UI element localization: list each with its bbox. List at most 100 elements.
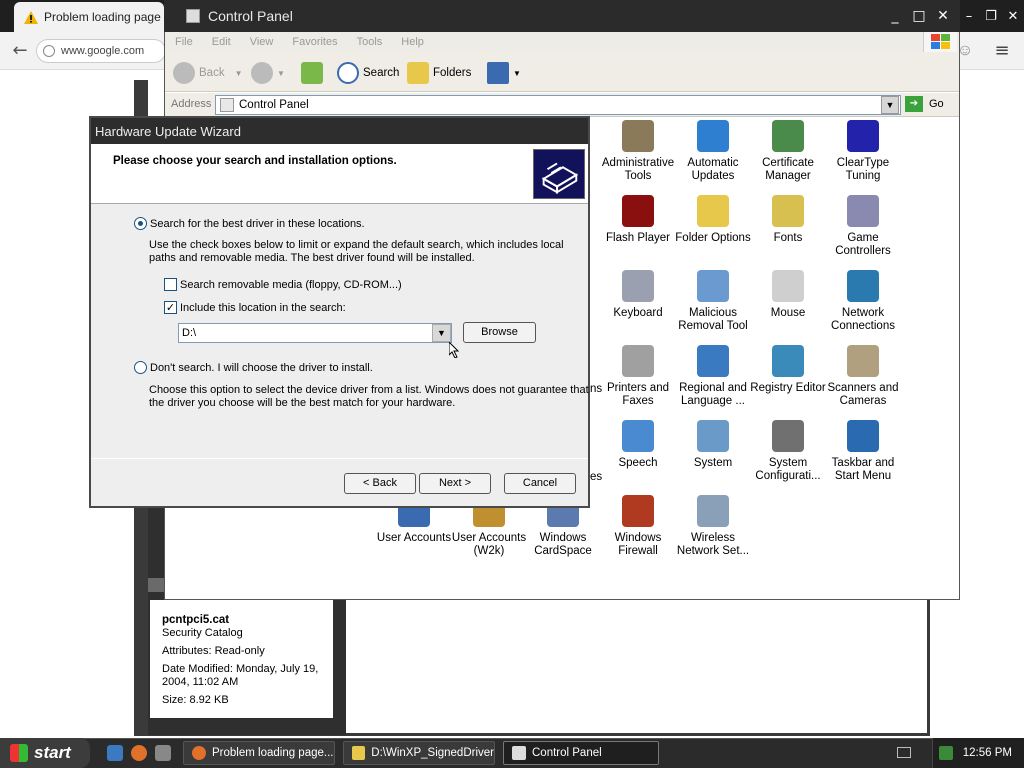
browser-tab[interactable]: Problem loading page — [14, 2, 164, 32]
folder-options-icon — [697, 195, 729, 227]
control-panel-item[interactable]: Network Connections — [825, 270, 901, 333]
removable-media-label[interactable]: Search removable media (floppy, CD-ROM..… — [180, 279, 402, 292]
removable-media-checkbox[interactable] — [164, 278, 177, 291]
search-button[interactable]: Search — [337, 61, 399, 85]
firefox-quicklaunch-icon[interactable] — [131, 745, 147, 761]
search-icon — [337, 62, 359, 84]
control-panel-item-label: ClearType Tuning — [836, 157, 890, 182]
browser-back-icon[interactable]: ← — [8, 40, 32, 62]
control-panel-icon — [512, 746, 526, 760]
include-location-label[interactable]: Include this location in the search: — [180, 302, 346, 315]
task-firefox[interactable]: Problem loading page... — [183, 741, 335, 765]
control-panel-item[interactable]: Taskbar and Start Menu — [825, 420, 901, 483]
control-panel-item[interactable]: Windows Firewall — [600, 495, 676, 558]
menu-favorites[interactable]: Favorites — [292, 36, 337, 48]
browser-close-button[interactable]: ✕ — [1002, 9, 1024, 24]
browser-restore-button[interactable]: ❐ — [980, 9, 1002, 24]
file-modified: Date Modified: Monday, July 19, — [162, 663, 319, 675]
start-button[interactable]: start — [0, 738, 90, 768]
chevron-down-icon[interactable]: ▼ — [432, 324, 451, 342]
folder-icon — [352, 746, 366, 760]
control-panel-item[interactable]: Speech — [600, 420, 676, 470]
back-dropdown-icon[interactable]: ▼ — [235, 69, 243, 78]
clock[interactable]: 12:56 PM — [963, 747, 1012, 759]
file-type: Security Catalog — [162, 627, 243, 639]
menu-help[interactable]: Help — [401, 36, 424, 48]
system-tray: 12:56 PM — [932, 738, 1024, 768]
search-option-label[interactable]: Search for the best driver in these loca… — [150, 218, 365, 231]
folders-label: Folders — [433, 67, 472, 79]
search-option-radio[interactable] — [134, 217, 147, 230]
control-panel-item[interactable]: Certificate Manager — [750, 120, 826, 183]
control-panel-item[interactable]: Administrative Tools — [600, 120, 676, 183]
browser-menu-icon[interactable]: ≡ — [990, 40, 1014, 62]
control-panel-item[interactable]: Mouse — [750, 270, 826, 320]
include-location-checkbox[interactable]: ✓ — [164, 301, 177, 314]
control-panel-item[interactable]: Game Controllers — [825, 195, 901, 258]
dont-search-radio[interactable] — [134, 361, 147, 374]
back-button[interactable]: Back ▼ — [173, 61, 243, 85]
browser-address-bar[interactable]: www.google.com — [36, 39, 166, 63]
standard-toolbar: Back ▼ ▼ Search Folders ▼ — [165, 52, 959, 92]
task-label: D:\WinXP_SignedDriver — [371, 747, 494, 759]
control-panel-item[interactable]: ClearType Tuning — [825, 120, 901, 183]
views-dropdown-icon[interactable]: ▼ — [513, 69, 521, 78]
control-panel-titlebar[interactable]: Control Panel — [164, 0, 960, 32]
maximize-button[interactable]: □ — [908, 6, 930, 26]
back-button[interactable]: < Back — [344, 473, 416, 494]
globe-icon — [697, 345, 729, 377]
menu-file[interactable]: File — [175, 36, 193, 48]
address-input[interactable]: Control Panel — [215, 95, 901, 115]
forward-dropdown-icon[interactable]: ▼ — [277, 69, 285, 78]
file-name: pcntpci5.cat — [162, 614, 230, 626]
control-panel-item-label: Regional and Language ... — [679, 382, 747, 407]
control-panel-item[interactable]: Automatic Updates — [675, 120, 751, 183]
wizard-titlebar[interactable]: Hardware Update Wizard — [91, 118, 588, 144]
browse-button[interactable]: Browse — [463, 322, 536, 343]
system-icon — [697, 420, 729, 452]
control-panel-item[interactable]: Registry Editor — [750, 345, 826, 395]
minimize-button[interactable]: _ — [884, 6, 906, 26]
control-panel-item[interactable]: Folder Options — [675, 195, 751, 245]
go-button[interactable]: ➔ Go — [905, 96, 944, 112]
show-desktop-icon[interactable] — [155, 745, 171, 761]
next-button[interactable]: Next > — [419, 473, 491, 494]
keyboard-tray-icon[interactable] — [897, 747, 911, 758]
control-panel-item[interactable]: Keyboard — [600, 270, 676, 320]
control-panel-item[interactable]: System Configurati... — [750, 420, 826, 483]
views-button[interactable]: ▼ — [487, 61, 521, 85]
mouse-cursor-icon — [449, 342, 459, 358]
close-button[interactable]: ✕ — [932, 6, 954, 26]
control-panel-item-label: Scanners and Cameras — [827, 382, 899, 407]
address-dropdown-icon[interactable]: ▼ — [881, 96, 899, 114]
up-folder-button[interactable] — [301, 61, 327, 85]
control-panel-item[interactable]: Fonts — [750, 195, 826, 245]
control-panel-item[interactable]: System — [675, 420, 751, 470]
control-panel-item[interactable]: Printers and Faxes — [600, 345, 676, 408]
control-panel-item-label: Certificate Manager — [762, 157, 814, 182]
cancel-button[interactable]: Cancel — [504, 473, 576, 494]
menu-view[interactable]: View — [250, 36, 274, 48]
removal-tool-icon — [697, 270, 729, 302]
dont-search-desc: the driver you choose will be the best m… — [149, 397, 456, 409]
ie-quicklaunch-icon[interactable] — [107, 745, 123, 761]
search-desc: Use the check boxes below to limit or ex… — [149, 239, 564, 251]
firefox-icon — [192, 746, 206, 760]
forward-button[interactable]: ▼ — [251, 61, 285, 85]
menu-tools[interactable]: Tools — [357, 36, 383, 48]
dont-search-label[interactable]: Don't search. I will choose the driver t… — [150, 362, 373, 375]
control-panel-item[interactable]: Malicious Removal Tool — [675, 270, 751, 333]
network-globe-icon — [847, 270, 879, 302]
back-arrow-icon — [173, 62, 195, 84]
menu-edit[interactable]: Edit — [212, 36, 231, 48]
control-panel-item[interactable]: Wireless Network Set... — [675, 495, 751, 558]
network-tray-icon[interactable] — [938, 746, 953, 760]
browser-minimize-button[interactable]: – — [958, 9, 980, 24]
folders-button[interactable]: Folders — [407, 61, 471, 85]
task-control-panel[interactable]: Control Panel — [503, 741, 659, 765]
control-panel-item[interactable]: Flash Player — [600, 195, 676, 245]
control-panel-item[interactable]: Regional and Language ... — [675, 345, 751, 408]
control-panel-item[interactable]: Scanners and Cameras — [825, 345, 901, 408]
task-folder[interactable]: D:\WinXP_SignedDriver — [343, 741, 495, 765]
location-combobox[interactable]: D:\ — [178, 323, 452, 343]
